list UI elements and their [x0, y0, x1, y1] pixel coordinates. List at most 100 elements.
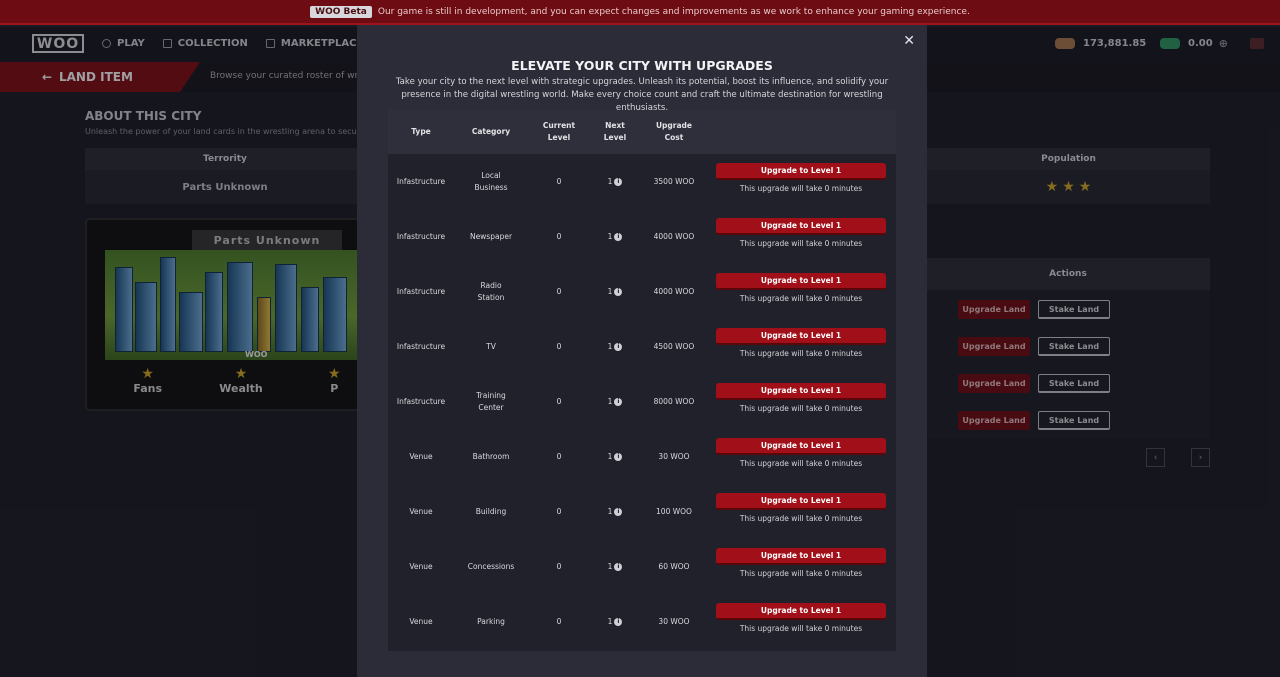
cell-next: 1i [596, 154, 634, 209]
table-row: Venue Parking 0 1 i 30 WOO Upgrade to Level 1 T… [388, 594, 896, 649]
upgrade-button[interactable]: Upgrade to Level 1 [716, 493, 886, 510]
cell-next: 1i [596, 594, 634, 649]
cell-current: 0 [536, 374, 582, 429]
upgrade-button[interactable]: Upgrade to Level 1 [716, 548, 886, 565]
upgrade-duration-note: This upgrade will take 0 minutes [739, 459, 863, 468]
cell-current: 0 [536, 154, 582, 209]
cell-category: Concessions [454, 539, 528, 594]
upgrade-duration-note: This upgrade will take 0 minutes [739, 514, 863, 523]
cell-cost-value: 3500 WOO [653, 176, 695, 186]
table-row: Infastructure Local Business 0 1 i 3500 WOO Up… [388, 154, 896, 209]
cell-type-value: Infastructure [396, 176, 446, 186]
column-header: Type [411, 127, 431, 136]
table-row: Venue Building 0 1 i 100 WOO Upgrade to Level … [388, 484, 896, 539]
info-icon[interactable]: i [614, 232, 623, 241]
cell-type-value: Venue [409, 616, 433, 626]
cell-current: 0 [536, 264, 582, 319]
cell-type-value: Infastructure [396, 396, 446, 406]
upgrade-duration-note: This upgrade will take 0 minutes [739, 349, 863, 358]
cell-current-value: 0 [556, 341, 562, 351]
cell-cost: 60 WOO [650, 539, 698, 594]
cell-current: 0 [536, 429, 582, 484]
cell-type-value: Venue [409, 561, 433, 571]
cell-type-value: Infastructure [396, 341, 446, 351]
cell-current: 0 [536, 539, 582, 594]
upgrade-duration-note: This upgrade will take 0 minutes [739, 239, 863, 248]
cell-category: Local Business [454, 154, 528, 209]
cell-category-value: Radio Station [477, 280, 505, 302]
column-header: Category [471, 127, 511, 136]
cell-type: Infastructure [388, 319, 454, 374]
cell-category: Training Center [454, 374, 528, 429]
upgrade-button[interactable]: Upgrade to Level 1 [716, 218, 886, 235]
cell-next-value: 1 [607, 616, 613, 626]
cell-cost-value: 30 WOO [658, 451, 690, 461]
cell-next-value: 1 [607, 286, 613, 296]
cell-next: 1i [596, 484, 634, 539]
info-icon[interactable]: i [614, 287, 623, 296]
upgrade-button[interactable]: Upgrade to Level 1 [716, 438, 886, 455]
cell-next: 1i [596, 264, 634, 319]
cell-type-value: Infastructure [396, 286, 446, 296]
table-row: Infastructure Training Center 0 1 i 8000 WOO U… [388, 374, 896, 429]
cell-current: 0 [536, 319, 582, 374]
cell-category-value: Newspaper [469, 231, 513, 241]
cell-category-value: Building [475, 506, 507, 516]
table-row: Venue Bathroom 0 1 i 30 WOO Upgrade to Level 1… [388, 429, 896, 484]
cell-cost-value: 4000 WOO [653, 286, 695, 296]
info-icon[interactable]: i [614, 452, 623, 461]
cell-category: Bathroom [454, 429, 528, 484]
upgrade-duration-note: This upgrade will take 0 minutes [739, 294, 863, 303]
info-icon[interactable]: i [614, 177, 623, 186]
info-icon[interactable]: i [614, 562, 623, 571]
beta-banner: WOO Beta Our game is still in developmen… [0, 0, 1280, 25]
info-icon[interactable]: i [614, 507, 623, 516]
upgrade-button[interactable]: Upgrade to Level 1 [716, 163, 886, 180]
upgrade-duration-note: This upgrade will take 0 minutes [739, 184, 863, 193]
upgrade-button[interactable]: Upgrade to Level 1 [716, 328, 886, 345]
cell-cost: 4500 WOO [650, 319, 698, 374]
modal-title: ELEVATE YOUR CITY WITH UPGRADES [511, 58, 773, 73]
info-icon[interactable]: i [614, 397, 623, 406]
cell-cost: 30 WOO [650, 594, 698, 649]
cell-type-value: Venue [409, 451, 433, 461]
cell-cost-value: 60 WOO [658, 561, 690, 571]
cell-next: 1i [596, 319, 634, 374]
cell-category: Radio Station [454, 264, 528, 319]
info-icon[interactable]: i [614, 617, 623, 626]
cell-next-value: 1 [607, 176, 613, 186]
cell-type: Venue [388, 594, 454, 649]
cell-cost: 4000 WOO [650, 264, 698, 319]
cell-cost-value: 4000 WOO [653, 231, 695, 241]
upgrade-button[interactable]: Upgrade to Level 1 [716, 273, 886, 290]
table-row: Infastructure TV 0 1 i 4500 WOO Upgrade to Lev… [388, 319, 896, 374]
cell-category-value: Concessions [467, 561, 515, 571]
cell-cost-value: 8000 WOO [653, 396, 695, 406]
column-header: Current Level [542, 121, 576, 142]
cell-cost: 4000 WOO [650, 209, 698, 264]
table-header: Type Category Current Level Next Level U… [388, 110, 896, 154]
upgrade-modal: ✕ ELEVATE YOUR CITY WITH UPGRADES Take y… [357, 25, 927, 677]
close-icon[interactable]: ✕ [903, 33, 915, 49]
cell-category-value: Training Center [476, 390, 506, 412]
cell-category: Parking [454, 594, 528, 649]
info-icon[interactable]: i [614, 342, 623, 351]
upgrade-duration-note: This upgrade will take 0 minutes [739, 404, 863, 413]
table-row: Infastructure Newspaper 0 1 i 4000 WOO Upgrade… [388, 209, 896, 264]
cell-next-value: 1 [607, 396, 613, 406]
cell-type-value: Venue [409, 506, 433, 516]
cell-category-value: Local Business [474, 170, 508, 192]
cell-next: 1i [596, 429, 634, 484]
upgrades-table: Type Category Current Level Next Level U… [388, 110, 896, 651]
cell-type: Infastructure [388, 374, 454, 429]
cell-cost-value: 30 WOO [658, 616, 690, 626]
cell-next: 1i [596, 539, 634, 594]
cell-category: Newspaper [454, 209, 528, 264]
cell-cost: 30 WOO [650, 429, 698, 484]
table-row: Venue Concessions 0 1 i 60 WOO Upgrade to Leve… [388, 539, 896, 594]
cell-type: Infastructure [388, 264, 454, 319]
cell-current-value: 0 [556, 561, 562, 571]
upgrade-button[interactable]: Upgrade to Level 1 [716, 383, 886, 400]
cell-next-value: 1 [607, 451, 613, 461]
upgrade-button[interactable]: Upgrade to Level 1 [716, 603, 886, 620]
